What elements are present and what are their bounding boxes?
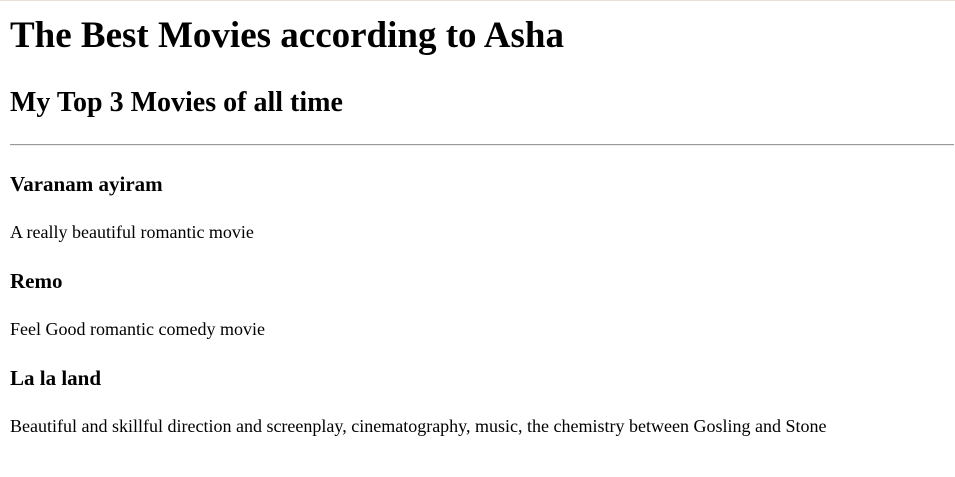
- movie-description-3: Beautiful and skillful direction and scr…: [10, 416, 827, 436]
- movie-title-3: La la land: [10, 366, 102, 390]
- page-subtitle: My Top 3 Movies of all time: [10, 87, 343, 118]
- movie-title-2: Remo: [10, 269, 63, 293]
- page-title: The Best Movies according to Asha: [10, 15, 564, 56]
- movie-description-1: A really beautiful romantic movie: [10, 222, 254, 242]
- movie-description-2: Feel Good romantic comedy movie: [10, 319, 265, 339]
- movie-title-1: Varanam ayiram: [10, 172, 163, 196]
- divider: [10, 144, 954, 146]
